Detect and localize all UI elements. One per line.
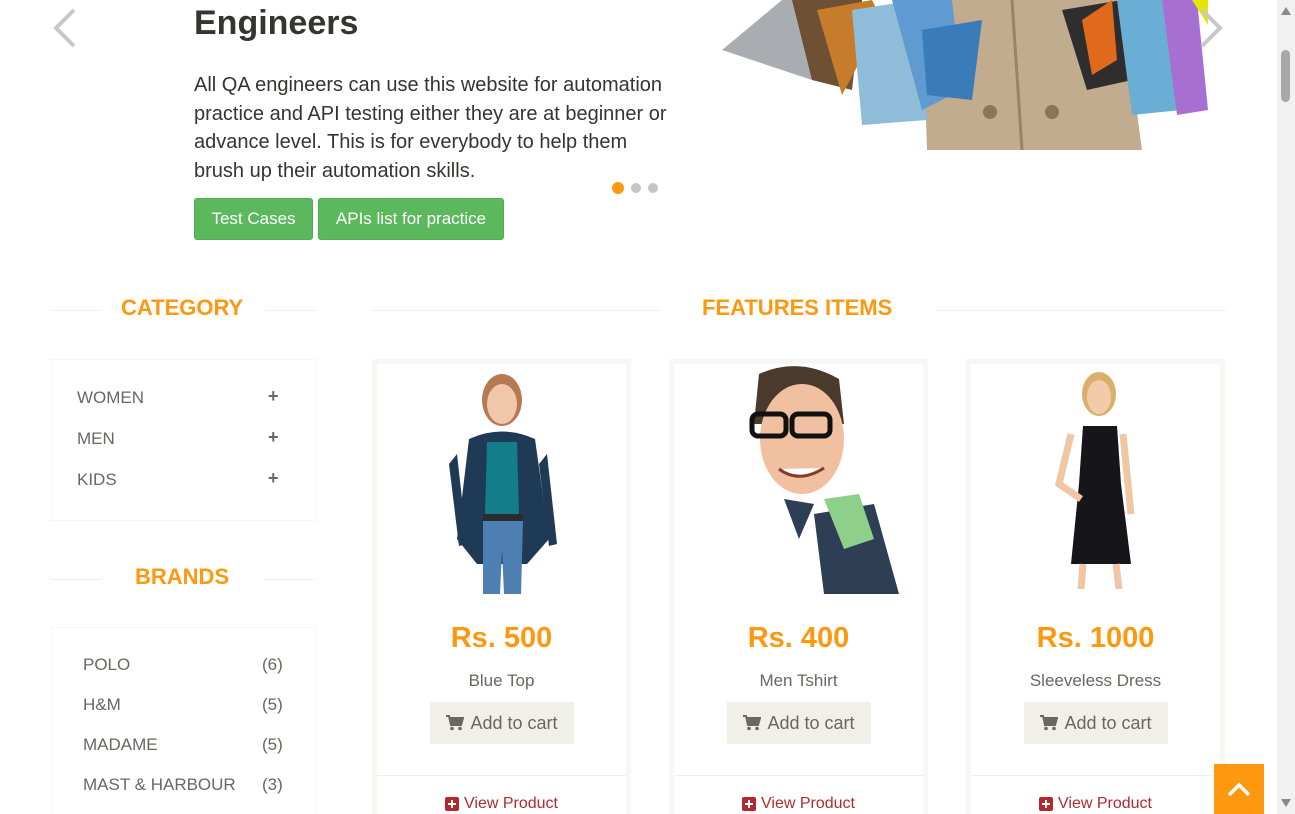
test-cases-button[interactable]: Test Cases xyxy=(194,198,313,240)
view-product-link[interactable]: View Product xyxy=(377,795,626,813)
hero-shopping-bags-image xyxy=(722,0,1208,150)
view-product-label: View Product xyxy=(464,795,558,812)
scroll-to-top-button[interactable] xyxy=(1214,764,1264,814)
shopping-cart-icon xyxy=(446,715,465,731)
chevron-up-icon xyxy=(1227,782,1251,797)
category-title: Category xyxy=(121,295,244,320)
slider-dot-2[interactable] xyxy=(631,183,641,193)
apis-list-button[interactable]: APIs list for practice xyxy=(318,198,504,240)
scroll-up-arrow-icon[interactable] xyxy=(1280,5,1292,17)
product-name: Men Tshirt xyxy=(759,671,838,690)
slider-indicators xyxy=(612,182,658,194)
product-card: Rs. 500 Blue Top Add to cart View Produc… xyxy=(372,359,631,814)
product-image-blue-top xyxy=(377,364,626,594)
plus-square-icon xyxy=(1039,797,1053,811)
brand-count: (5) xyxy=(262,695,283,714)
brands-title-line-left xyxy=(51,579,101,580)
brand-item-polo[interactable]: POLO xyxy=(83,655,130,675)
scroll-down-arrow-icon[interactable] xyxy=(1280,797,1292,809)
add-to-cart-button[interactable]: Add to cart xyxy=(430,702,574,744)
product-name: Blue Top xyxy=(468,671,535,690)
features-title: Features Items xyxy=(702,295,893,320)
features-title-line-right xyxy=(936,310,1226,311)
card-divider xyxy=(377,775,626,776)
category-title-line-right xyxy=(265,310,316,311)
shopping-cart-icon xyxy=(1040,715,1059,731)
slider-prev-arrow-icon[interactable] xyxy=(50,6,80,50)
product-price: Rs. 400 xyxy=(747,622,850,654)
card-divider xyxy=(971,775,1220,776)
plus-square-icon xyxy=(742,797,756,811)
product-image-sleeveless-dress xyxy=(971,364,1220,594)
product-image-men-tshirt xyxy=(674,364,923,594)
category-item-kids[interactable]: KIDS xyxy=(77,470,117,490)
add-to-cart-label: Add to cart xyxy=(470,712,558,733)
brands-title-line-right xyxy=(265,579,316,580)
plus-icon[interactable]: + xyxy=(268,427,279,448)
product-card: Rs. 400 Men Tshirt Add to cart View Prod… xyxy=(669,359,928,814)
view-product-link[interactable]: View Product xyxy=(674,795,923,813)
features-title-line-left xyxy=(372,310,662,311)
slide-title: Engineers xyxy=(194,4,359,42)
brand-item-hm[interactable]: H&M xyxy=(83,695,121,715)
plus-square-icon xyxy=(445,797,459,811)
product-price: Rs. 500 xyxy=(450,622,553,654)
scrollbar-thumb[interactable] xyxy=(1281,50,1290,102)
vertical-scrollbar[interactable] xyxy=(1277,0,1295,814)
category-panel: WOMEN + MEN + KIDS + xyxy=(51,359,316,521)
shopping-cart-icon xyxy=(743,715,762,731)
category-title-line-left xyxy=(51,310,101,311)
card-divider xyxy=(674,775,923,776)
plus-icon[interactable]: + xyxy=(268,386,279,407)
add-to-cart-button[interactable]: Add to cart xyxy=(727,702,871,744)
add-to-cart-label: Add to cart xyxy=(1064,712,1152,733)
add-to-cart-button[interactable]: Add to cart xyxy=(1024,702,1168,744)
slider-dot-1[interactable] xyxy=(612,182,624,194)
brands-panel: POLO (6) H&M (5) MADAME (5) MAST & HARBO… xyxy=(51,627,316,814)
view-product-label: View Product xyxy=(761,795,855,812)
brands-title: Brands xyxy=(135,564,230,589)
view-product-link[interactable]: View Product xyxy=(971,795,1220,813)
slide-description: All QA engineers can use this website fo… xyxy=(194,74,667,183)
brand-item-mast-harbour[interactable]: MAST & HARBOUR xyxy=(83,775,236,795)
product-name: Sleeveless Dress xyxy=(1029,671,1162,690)
category-item-men[interactable]: MEN xyxy=(77,429,115,449)
category-item-women[interactable]: WOMEN xyxy=(77,388,144,408)
product-card: Rs. 1000 Sleeveless Dress Add to cart Vi… xyxy=(966,359,1225,814)
product-price: Rs. 1000 xyxy=(1036,622,1155,654)
slider-next-arrow-icon[interactable] xyxy=(1196,6,1226,50)
brand-count: (3) xyxy=(262,775,283,794)
add-to-cart-label: Add to cart xyxy=(767,712,855,733)
brand-count: (6) xyxy=(262,655,283,674)
brand-count: (5) xyxy=(262,735,283,754)
view-product-label: View Product xyxy=(1058,795,1152,812)
brand-item-madame[interactable]: MADAME xyxy=(83,735,158,755)
plus-icon[interactable]: + xyxy=(268,468,279,489)
slider-dot-3[interactable] xyxy=(648,183,658,193)
